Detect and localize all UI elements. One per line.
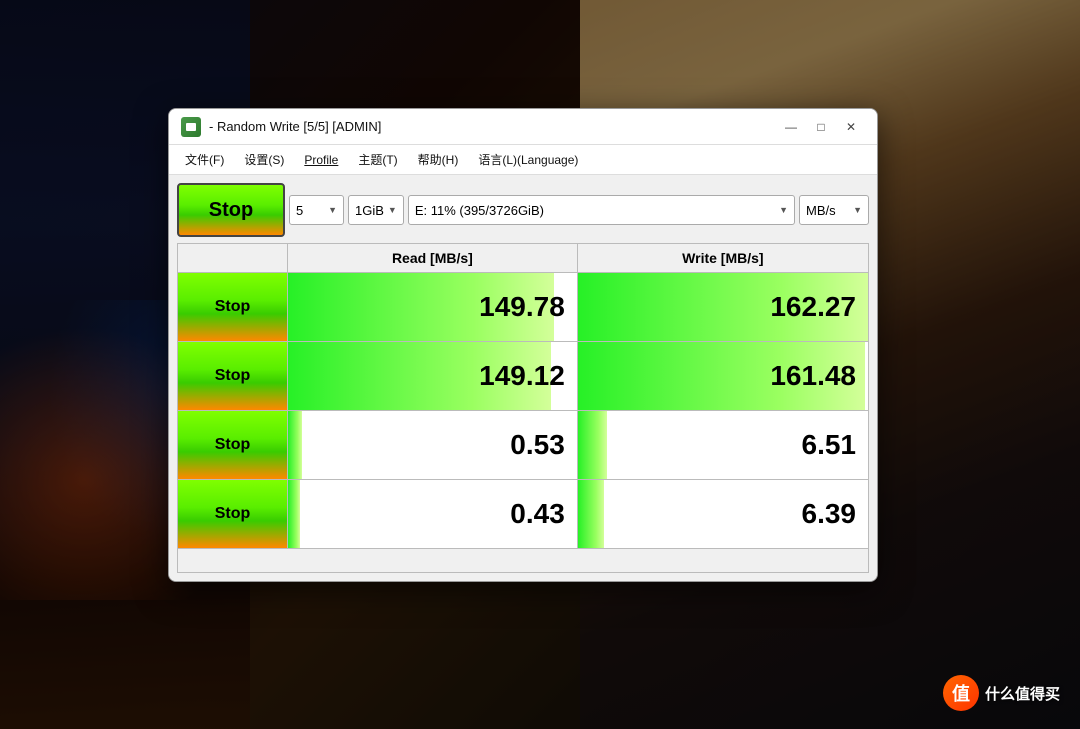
col-header-read: Read [MB/s] (288, 244, 578, 273)
menu-settings[interactable]: 设置(S) (236, 148, 292, 171)
app-window: - Random Write [5/5] [ADMIN] — □ ✕ 文件(F)… (168, 108, 878, 582)
btn-cell-1: Stop (178, 342, 288, 411)
watermark-site: 什么值得买 (985, 683, 1060, 704)
count-arrow-icon: ▼ (328, 205, 337, 215)
read-value-1: 149.12 (288, 342, 577, 410)
stop-button-0[interactable]: Stop (178, 273, 287, 341)
title-bar: - Random Write [5/5] [ADMIN] — □ ✕ (169, 109, 877, 145)
stop-button-3[interactable]: Stop (178, 480, 287, 548)
btn-cell-2: Stop (178, 411, 288, 480)
unit-arrow-icon: ▼ (853, 205, 862, 215)
write-value-3: 6.39 (578, 480, 868, 548)
read-cell-0: 149.78 (288, 273, 578, 342)
watermark: 值 什么值得买 (943, 675, 1060, 711)
menu-bar: 文件(F) 设置(S) Profile 主题(T) 帮助(H) 语言(L)(La… (169, 145, 877, 175)
table-row: Stop0.536.51 (178, 411, 869, 480)
menu-help[interactable]: 帮助(H) (410, 148, 467, 171)
read-cell-1: 149.12 (288, 342, 578, 411)
maximize-button[interactable]: □ (807, 116, 835, 138)
window-controls: — □ ✕ (777, 116, 865, 138)
stop-button-1[interactable]: Stop (178, 342, 287, 410)
write-value-0: 162.27 (578, 273, 868, 341)
menu-language[interactable]: 语言(L)(Language) (470, 148, 586, 171)
read-value-3: 0.43 (288, 480, 577, 548)
read-cell-3: 0.43 (288, 480, 578, 549)
btn-cell-0: Stop (178, 273, 288, 342)
app-icon (181, 117, 201, 137)
count-dropdown[interactable]: 5 ▼ (289, 195, 344, 225)
write-cell-2: 6.51 (577, 411, 868, 480)
benchmark-table: Read [MB/s] Write [MB/s] Stop149.78162.2… (177, 243, 869, 549)
controls-row: Stop 5 ▼ 1GiB ▼ E: 11% (395/3726GiB) ▼ M… (177, 183, 869, 237)
unit-dropdown[interactable]: MB/s ▼ (799, 195, 869, 225)
count-value: 5 (296, 203, 303, 218)
write-cell-0: 162.27 (577, 273, 868, 342)
stop-button-2[interactable]: Stop (178, 411, 287, 479)
write-cell-3: 6.39 (577, 480, 868, 549)
size-arrow-icon: ▼ (388, 205, 397, 215)
main-stop-button[interactable]: Stop (177, 183, 285, 237)
menu-file[interactable]: 文件(F) (177, 148, 232, 171)
write-value-1: 161.48 (578, 342, 868, 410)
minimize-button[interactable]: — (777, 116, 805, 138)
col-header-write: Write [MB/s] (577, 244, 868, 273)
col-header-btn (178, 244, 288, 273)
btn-cell-3: Stop (178, 480, 288, 549)
disk-value: E: 11% (395/3726GiB) (415, 203, 544, 218)
watermark-logo-text: 值 (952, 680, 970, 706)
size-value: 1GiB (355, 203, 384, 218)
watermark-logo: 值 (943, 675, 979, 711)
table-row: Stop0.436.39 (178, 480, 869, 549)
menu-profile[interactable]: Profile (296, 150, 346, 170)
write-cell-1: 161.48 (577, 342, 868, 411)
write-value-2: 6.51 (578, 411, 868, 479)
read-value-2: 0.53 (288, 411, 577, 479)
unit-value: MB/s (806, 203, 836, 218)
disk-dropdown[interactable]: E: 11% (395/3726GiB) ▼ (408, 195, 795, 225)
read-cell-2: 0.53 (288, 411, 578, 480)
disk-arrow-icon: ▼ (779, 205, 788, 215)
close-button[interactable]: ✕ (837, 116, 865, 138)
menu-theme[interactable]: 主题(T) (350, 148, 405, 171)
table-row: Stop149.78162.27 (178, 273, 869, 342)
content-area: Stop 5 ▼ 1GiB ▼ E: 11% (395/3726GiB) ▼ M… (169, 175, 877, 581)
size-dropdown[interactable]: 1GiB ▼ (348, 195, 404, 225)
window-title: - Random Write [5/5] [ADMIN] (209, 119, 777, 134)
table-row: Stop149.12161.48 (178, 342, 869, 411)
status-bar (177, 549, 869, 573)
read-value-0: 149.78 (288, 273, 577, 341)
